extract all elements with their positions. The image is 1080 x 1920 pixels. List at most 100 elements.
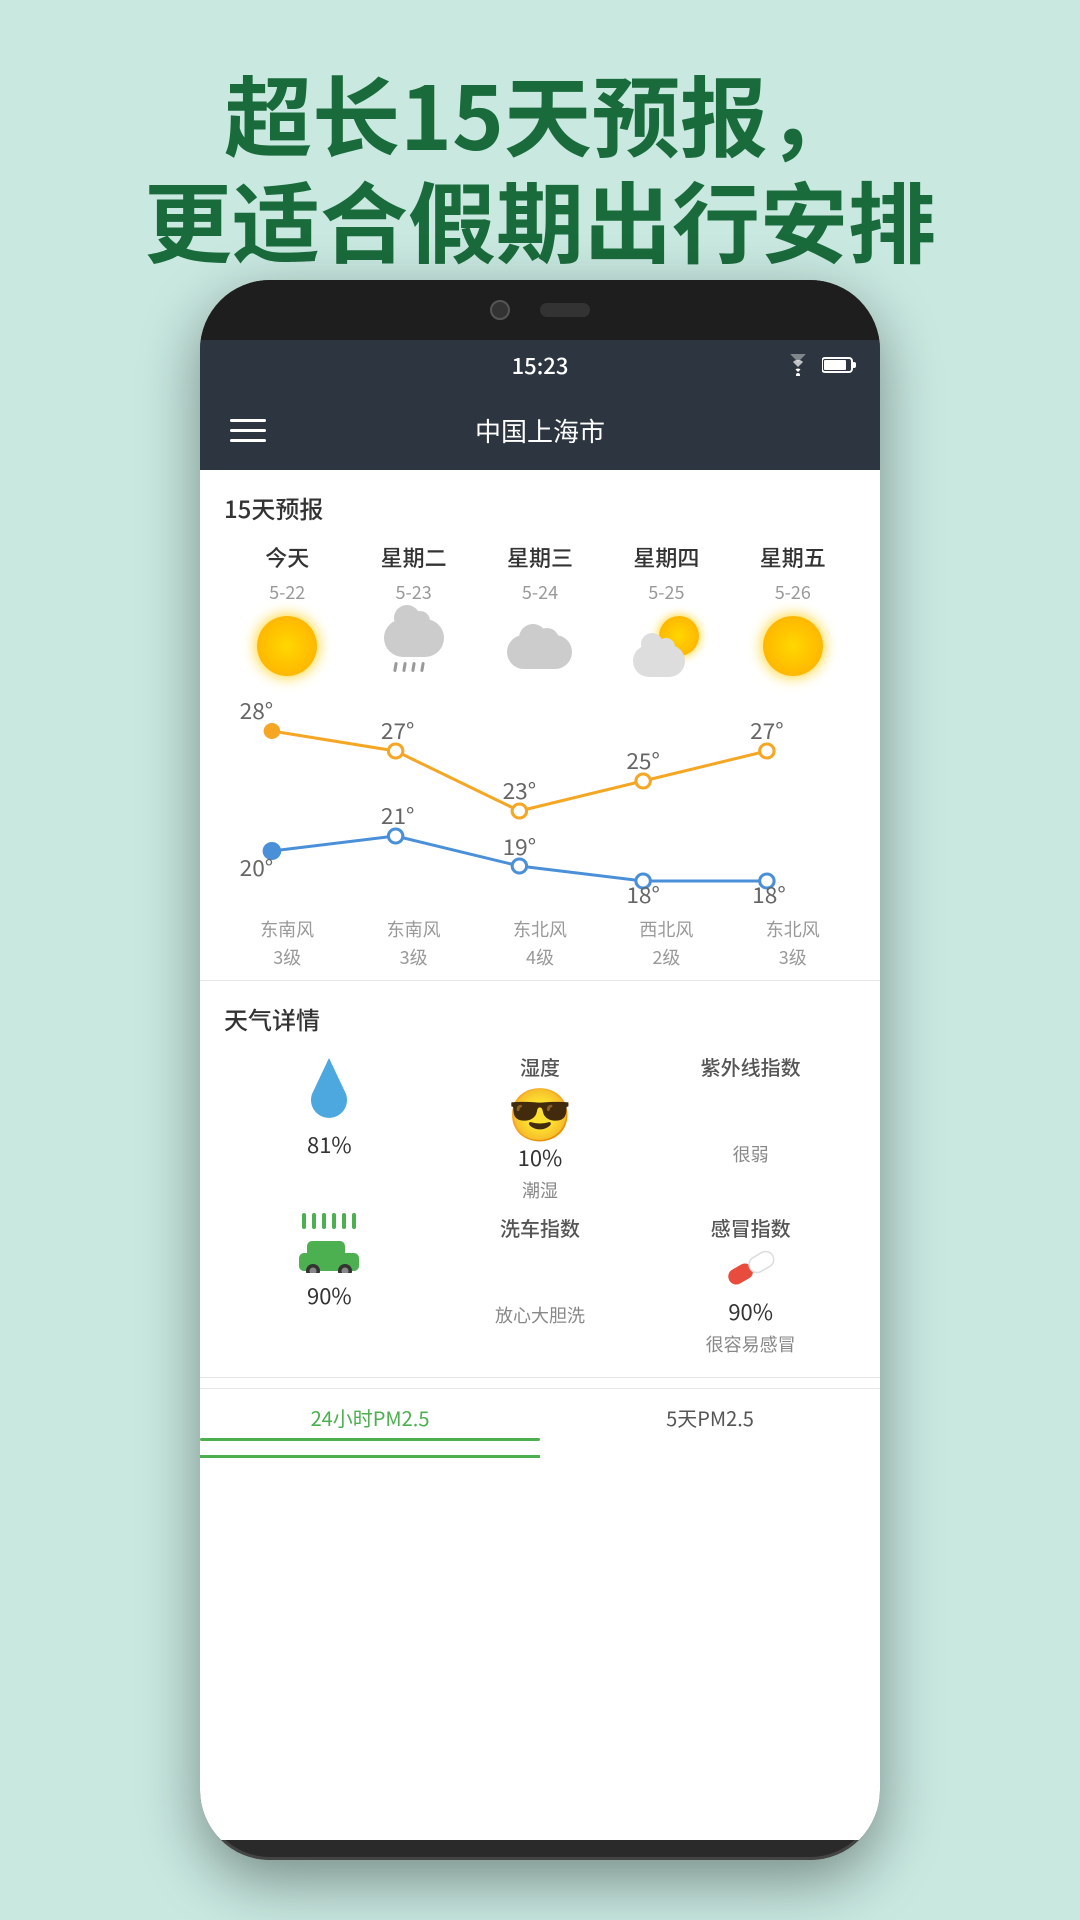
forecast-day-4: 星期五 xyxy=(760,541,826,573)
wind-col-1: 东南风 3级 xyxy=(350,916,476,970)
uv-desc: 很弱 xyxy=(733,1141,769,1167)
forecast-col-1: 星期二 5-23 xyxy=(350,541,476,681)
partly-cloudy-icon xyxy=(631,614,701,679)
wind-col-4: 东北风 3级 xyxy=(730,916,856,970)
forecast-section: 15天预报 今天 5-22 星期二 5-23 xyxy=(200,470,880,681)
sun-icon xyxy=(257,616,317,676)
cold-desc: 很容易感冒 xyxy=(706,1331,796,1357)
wind-col-0: 东南风 3级 xyxy=(224,916,350,970)
carwash-label: 洗车指数 xyxy=(500,1213,580,1242)
app-navbar: 中国上海市 xyxy=(200,390,880,470)
forecast-day-0: 今天 xyxy=(265,541,309,573)
water-drop-icon xyxy=(306,1056,352,1118)
wind-grid: 东南风 3级 东南风 3级 东北风 4级 西北风 2级 东北风 3级 xyxy=(200,916,880,970)
humidity-value: 81% xyxy=(307,1128,352,1160)
low-label-1: 21° xyxy=(381,799,415,831)
detail-carwash: 90% xyxy=(224,1213,435,1357)
details-title: 天气详情 xyxy=(224,1001,856,1036)
forecast-day-1: 星期二 xyxy=(381,541,447,573)
weather-icon-sunny-0 xyxy=(252,611,322,681)
status-icons xyxy=(784,354,856,376)
high-label-3: 25° xyxy=(626,744,660,776)
weather-icon-rain-1 xyxy=(379,611,449,681)
battery-icon xyxy=(822,356,856,374)
tab-pm25-24h[interactable]: 24小时PM2.5 xyxy=(200,1389,540,1458)
car-wash-streams xyxy=(302,1213,356,1229)
low-dot-1 xyxy=(388,829,402,843)
detail-humidity: 81% xyxy=(224,1052,435,1203)
bottom-tabs: 24小时PM2.5 5天PM2.5 xyxy=(200,1388,880,1458)
tab-active-indicator xyxy=(200,1438,540,1441)
weather-icon-cloudy-2 xyxy=(505,611,575,681)
forecast-date-3: 5-25 xyxy=(648,579,684,605)
forecast-col-0: 今天 5-22 xyxy=(224,541,350,681)
low-label-2: 19° xyxy=(503,830,537,862)
front-camera xyxy=(490,300,510,320)
temp-chart-container: 28° 27° 23° 25° 27° 20° 21° xyxy=(200,681,880,916)
uv-label: 紫外线指数 xyxy=(701,1052,801,1081)
low-label-0: 20° xyxy=(240,851,274,883)
forecast-date-0: 5-22 xyxy=(269,579,305,605)
forecast-title: 15天预报 xyxy=(224,490,856,525)
high-dot-4 xyxy=(760,744,774,758)
detail-uv-label: 湿度 😎 10% 潮湿 xyxy=(435,1052,646,1203)
forecast-col-2: 星期三 5-24 xyxy=(477,541,603,681)
menu-button[interactable] xyxy=(230,419,266,442)
carwash-desc: 放心大胆洗 xyxy=(495,1302,585,1328)
cold-value: 90% xyxy=(728,1295,773,1327)
high-dot-1 xyxy=(388,744,402,758)
details-grid: 81% 湿度 😎 10% 潮湿 紫外线指数 很弱 xyxy=(224,1052,856,1357)
phone-screen: 15天预报 今天 5-22 星期二 5-23 xyxy=(200,470,880,1840)
forecast-date-1: 5-23 xyxy=(395,579,431,605)
weather-icon-partly-3 xyxy=(631,611,701,681)
high-label-1: 27° xyxy=(381,714,415,746)
humidity-desc: 潮湿 xyxy=(522,1177,558,1203)
car-svg-icon xyxy=(297,1233,361,1273)
forecast-col-3: 星期四 5-25 xyxy=(603,541,729,681)
high-label-2: 23° xyxy=(503,774,537,806)
forecast-date-4: 5-26 xyxy=(775,579,811,605)
pill-icon xyxy=(724,1250,778,1286)
wind-col-3: 西北风 2级 xyxy=(603,916,729,970)
wifi-icon xyxy=(784,354,812,376)
divider-1 xyxy=(200,980,880,981)
carwash-value: 90% xyxy=(307,1279,352,1311)
header-title: 超长15天预报， 更适合假期出行安排 xyxy=(40,60,1040,271)
speaker xyxy=(540,303,590,317)
uv-value: 10% xyxy=(518,1141,563,1173)
high-label-0: 28° xyxy=(240,694,274,726)
forecast-grid: 今天 5-22 星期二 5-23 xyxy=(224,541,856,681)
wind-col-2: 东北风 4级 xyxy=(477,916,603,970)
detail-carwash-label: 洗车指数 放心大胆洗 xyxy=(435,1213,646,1357)
detail-uv: 紫外线指数 很弱 xyxy=(645,1052,856,1203)
cloud-rain-icon xyxy=(384,619,444,674)
low-label-3: 18° xyxy=(626,878,660,910)
page-header: 超长15天预报， 更适合假期出行安排 xyxy=(0,0,1080,311)
weather-icon-sunny-4 xyxy=(758,611,828,681)
high-label-4: 27° xyxy=(750,714,784,746)
low-label-4: 18° xyxy=(752,878,786,910)
car-wash-icon xyxy=(297,1213,361,1273)
status-time: 15:23 xyxy=(512,349,569,381)
divider-2 xyxy=(200,1377,880,1378)
city-name: 中国上海市 xyxy=(475,412,605,449)
forecast-col-4: 星期五 5-26 xyxy=(730,541,856,681)
phone-frame: 15:23 中国上海 xyxy=(200,280,880,1860)
pill-icon-wrap xyxy=(724,1250,778,1291)
tab-pm25-5d[interactable]: 5天PM2.5 xyxy=(540,1389,880,1458)
detail-cold: 感冒指数 90% 很容易感冒 xyxy=(645,1213,856,1357)
high-dot-3 xyxy=(636,774,650,788)
cold-label: 感冒指数 xyxy=(711,1213,791,1242)
phone-notch xyxy=(200,280,880,340)
forecast-day-2: 星期三 xyxy=(507,541,573,573)
forecast-date-2: 5-24 xyxy=(522,579,558,605)
cloud-icon xyxy=(507,624,572,669)
temperature-chart: 28° 27° 23° 25° 27° 20° 21° xyxy=(210,681,870,911)
forecast-day-3: 星期四 xyxy=(633,541,699,573)
status-bar: 15:23 xyxy=(200,340,880,390)
uv-icon-wrap: 😎 xyxy=(508,1085,573,1137)
humidity-icon-wrap xyxy=(302,1052,356,1122)
high-dot-2 xyxy=(512,804,526,818)
sun-icon-2 xyxy=(763,616,823,676)
details-section: 天气详情 81% 湿度 😎 xyxy=(200,991,880,1367)
